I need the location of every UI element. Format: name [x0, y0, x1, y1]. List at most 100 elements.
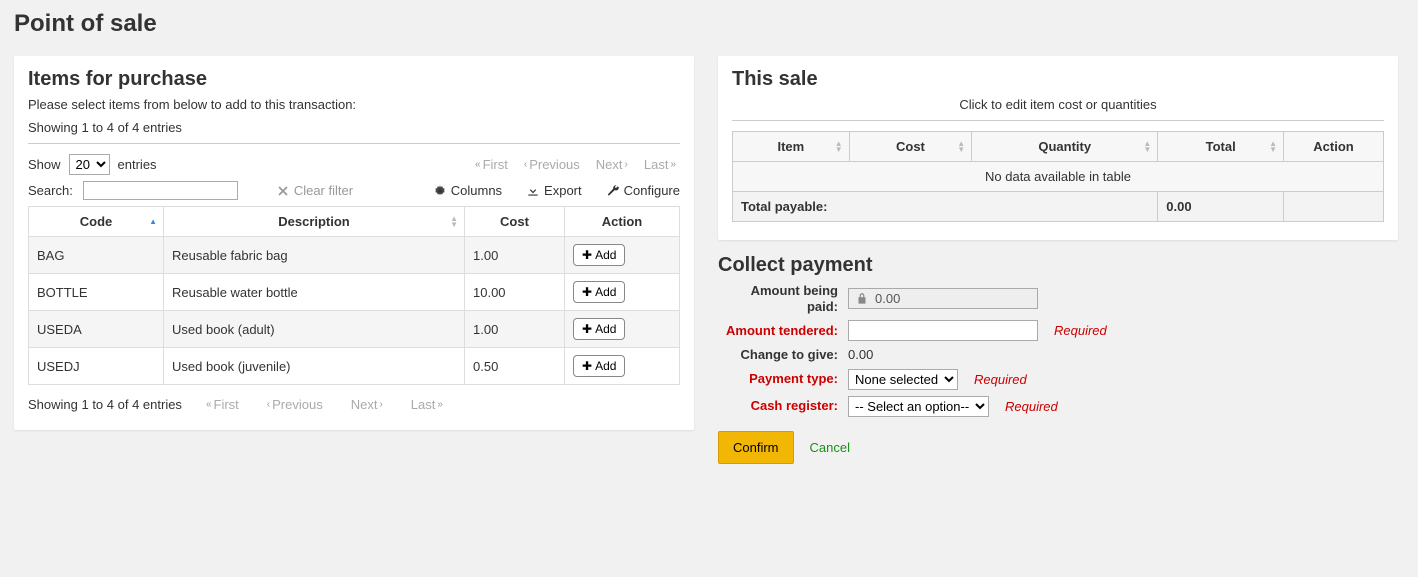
- show-entries-select[interactable]: 20: [69, 154, 110, 175]
- export-button[interactable]: Export: [526, 183, 582, 198]
- table-row: USEDJ Used book (juvenile) 0.50 ✚Add: [29, 348, 680, 385]
- sort-icon: ▲▼: [450, 216, 458, 228]
- required-hint: Required: [974, 372, 1027, 387]
- cell-desc: Reusable water bottle: [164, 274, 465, 311]
- double-chevron-right-icon: »: [437, 399, 443, 410]
- items-table: Code ▲ Description ▲▼ Cost Action: [28, 206, 680, 385]
- gear-icon: [433, 184, 447, 198]
- table-row: BAG Reusable fabric bag 1.00 ✚Add: [29, 237, 680, 274]
- chevron-right-icon: ›: [379, 399, 382, 410]
- sort-icon: ▲▼: [1143, 141, 1151, 153]
- add-button[interactable]: ✚Add: [573, 355, 625, 377]
- payment-title: Collect payment: [718, 254, 1398, 277]
- double-chevron-left-icon: «: [206, 399, 212, 410]
- chevron-right-icon: ›: [625, 159, 628, 170]
- cell-cost: 10.00: [465, 274, 565, 311]
- search-input[interactable]: [83, 181, 238, 200]
- sort-icon: ▲: [149, 219, 157, 225]
- add-button[interactable]: ✚Add: [573, 244, 625, 266]
- table-row: USEDA Used book (adult) 1.00 ✚Add: [29, 311, 680, 348]
- add-button[interactable]: ✚Add: [573, 281, 625, 303]
- col-action: Action: [1284, 132, 1384, 162]
- cell-cost: 1.00: [465, 237, 565, 274]
- pager-next-bottom[interactable]: Next ›: [347, 397, 387, 412]
- amount-tendered-label: Amount tendered:: [718, 323, 838, 339]
- sort-icon: ▲▼: [1269, 141, 1277, 153]
- cell-cost: 0.50: [465, 348, 565, 385]
- cancel-link[interactable]: Cancel: [810, 440, 850, 455]
- sale-subtitle: Click to edit item cost or quantities: [732, 97, 1384, 112]
- search-label: Search:: [28, 183, 73, 198]
- sale-title: This sale: [732, 68, 1384, 91]
- pager-prev-bottom[interactable]: ‹ Previous: [263, 397, 327, 412]
- download-icon: [526, 184, 540, 198]
- pager-last-top[interactable]: Last »: [640, 157, 680, 172]
- show-label-pre: Show: [28, 157, 61, 172]
- col-code[interactable]: Code ▲: [29, 207, 164, 237]
- cell-code: USEDJ: [29, 348, 164, 385]
- lock-icon: [855, 292, 869, 306]
- col-total[interactable]: Total▲▼: [1158, 132, 1284, 162]
- cash-register-label: Cash register:: [718, 398, 838, 414]
- pager-next-top[interactable]: Next ›: [592, 157, 632, 172]
- clear-filter-button[interactable]: Clear filter: [276, 183, 353, 198]
- col-cost[interactable]: Cost▲▼: [849, 132, 971, 162]
- items-subtitle: Please select items from below to add to…: [28, 97, 680, 112]
- plus-icon: ✚: [582, 285, 592, 299]
- payment-panel: Collect payment Amount being paid: 0.00 …: [718, 250, 1398, 470]
- double-chevron-left-icon: «: [475, 159, 481, 170]
- change-label: Change to give:: [718, 347, 838, 363]
- payment-type-select[interactable]: None selected: [848, 369, 958, 390]
- cell-code: BAG: [29, 237, 164, 274]
- add-button[interactable]: ✚Add: [573, 318, 625, 340]
- items-showing-bottom: Showing 1 to 4 of 4 entries: [28, 397, 182, 412]
- cell-code: BOTTLE: [29, 274, 164, 311]
- change-value: 0.00: [848, 347, 873, 362]
- col-action: Action: [565, 207, 680, 237]
- required-hint: Required: [1005, 399, 1058, 414]
- sort-icon: ▲▼: [835, 141, 843, 153]
- total-payable-value: 0.00: [1158, 192, 1284, 222]
- cell-desc: Used book (adult): [164, 311, 465, 348]
- col-cost[interactable]: Cost: [465, 207, 565, 237]
- sale-table: Item▲▼ Cost▲▼ Quantity▲▼ Total▲▼ Action …: [732, 131, 1384, 222]
- col-description[interactable]: Description ▲▼: [164, 207, 465, 237]
- cell-cost: 1.00: [465, 311, 565, 348]
- configure-button[interactable]: Configure: [606, 183, 680, 198]
- no-data-cell: No data available in table: [733, 162, 1384, 192]
- x-icon: [276, 184, 290, 198]
- pager-last-bottom[interactable]: Last »: [407, 397, 447, 412]
- required-hint: Required: [1054, 323, 1107, 338]
- col-item[interactable]: Item▲▼: [733, 132, 850, 162]
- cell-desc: Used book (juvenile): [164, 348, 465, 385]
- show-label-post: entries: [118, 157, 157, 172]
- cell-desc: Reusable fabric bag: [164, 237, 465, 274]
- sale-panel: This sale Click to edit item cost or qua…: [718, 56, 1398, 240]
- divider: [28, 143, 680, 144]
- pager-first-bottom[interactable]: « First: [202, 397, 243, 412]
- pager-first-top[interactable]: « First: [471, 157, 512, 172]
- chevron-left-icon: ‹: [524, 159, 527, 170]
- table-row: BOTTLE Reusable water bottle 10.00 ✚Add: [29, 274, 680, 311]
- cell-code: USEDA: [29, 311, 164, 348]
- plus-icon: ✚: [582, 359, 592, 373]
- page-title: Point of sale: [14, 10, 1404, 38]
- sort-icon: ▲▼: [957, 141, 965, 153]
- amount-being-paid-field: 0.00: [848, 288, 1038, 309]
- columns-button[interactable]: Columns: [433, 183, 502, 198]
- cash-register-select[interactable]: -- Select an option--: [848, 396, 989, 417]
- col-quantity[interactable]: Quantity▲▼: [972, 132, 1158, 162]
- divider: [732, 120, 1384, 121]
- total-payable-label: Total payable:: [733, 192, 1158, 222]
- items-title: Items for purchase: [28, 68, 680, 91]
- plus-icon: ✚: [582, 322, 592, 336]
- confirm-button[interactable]: Confirm: [718, 431, 794, 464]
- wrench-icon: [606, 184, 620, 198]
- payment-type-label: Payment type:: [718, 371, 838, 387]
- amount-tendered-input[interactable]: [848, 320, 1038, 341]
- plus-icon: ✚: [582, 248, 592, 262]
- chevron-left-icon: ‹: [267, 399, 270, 410]
- pager-prev-top[interactable]: ‹ Previous: [520, 157, 584, 172]
- items-showing-top: Showing 1 to 4 of 4 entries: [28, 120, 680, 135]
- items-panel: Items for purchase Please select items f…: [14, 56, 694, 430]
